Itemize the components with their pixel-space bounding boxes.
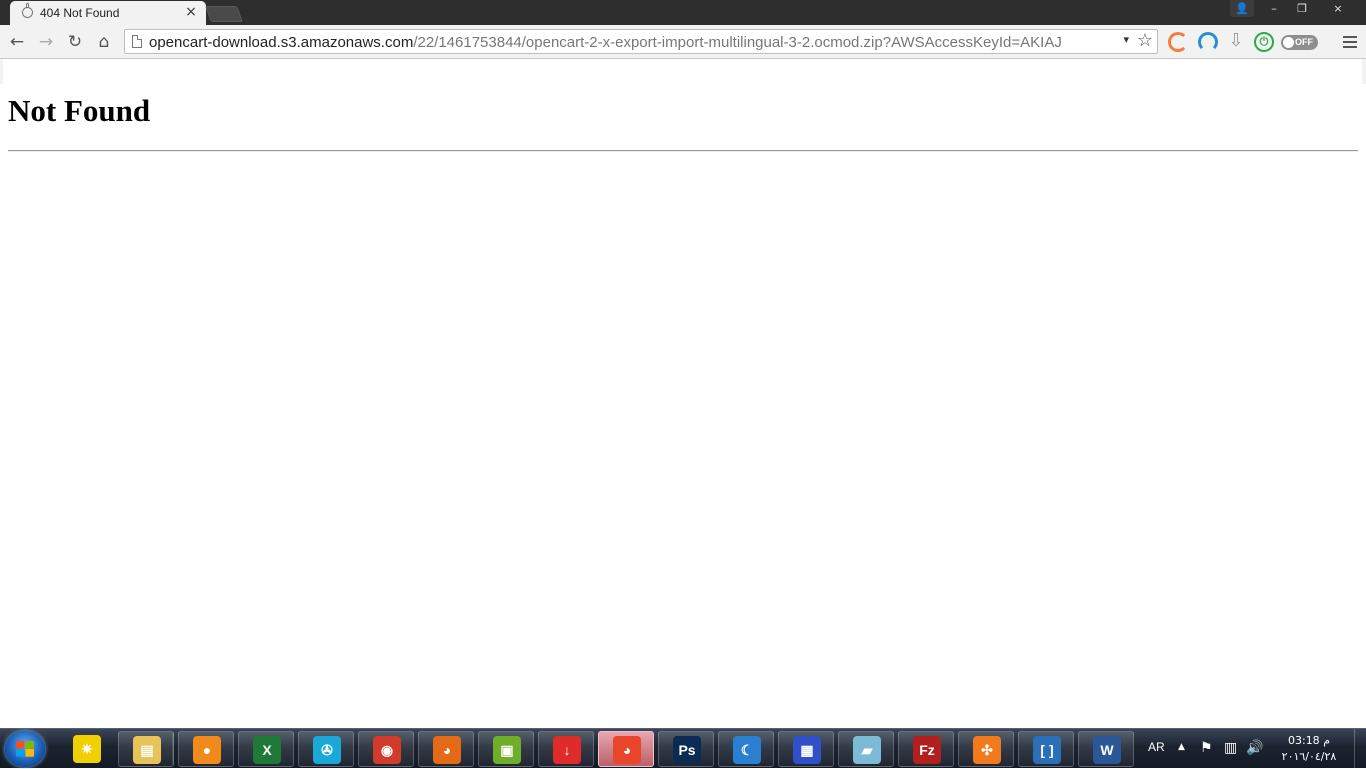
chrome-icon: ◉: [373, 736, 401, 764]
orange-app-icon: ●: [193, 736, 221, 764]
brackets-icon: [ ]: [1033, 736, 1061, 764]
xampp-icon: ✣: [973, 736, 1001, 764]
windows-explorer-icon: ▤: [133, 736, 161, 764]
filezilla-icon: Fz: [913, 736, 941, 764]
action-center-flag-icon[interactable]: ⚑: [1200, 740, 1213, 756]
taskbar-app-orange-app[interactable]: ●: [178, 731, 234, 767]
volume-icon[interactable]: 🔊: [1246, 740, 1263, 756]
chrome-menu-icon[interactable]: [1343, 36, 1357, 48]
taskbar-app-windows-explorer[interactable]: ▤: [118, 731, 174, 767]
download-manager-icon: ↓: [553, 736, 581, 764]
title-bar: 404 Not Found × 👤 – ❐ ×: [0, 0, 1366, 25]
taskbar-app-filezilla[interactable]: Fz: [898, 731, 954, 767]
taskbar-app-word[interactable]: W: [1078, 731, 1134, 767]
firefox-icon: ◕: [433, 736, 461, 764]
clock-date: ٢٠١٦/٠٤/٢٨: [1281, 750, 1337, 763]
url-text[interactable]: opencart-download.s3.amazonaws.com/22/14…: [149, 34, 1062, 51]
taskbar-app-download-manager[interactable]: ↓: [538, 731, 594, 767]
moon-app-icon: ☾: [733, 736, 761, 764]
page-favicon-icon: [22, 3, 33, 18]
minimize-button[interactable]: –: [1260, 0, 1288, 17]
tab-close-icon[interactable]: ×: [184, 4, 198, 20]
windows-taskbar: ✷ ▤ ● X ✇ ◉ ◕ ▣ ↓ ◕ Ps ☾ ▦ ▰ Fz ✣ [ ] W AR ▲ ⚑ ▥ 🔊 03:18 …: [0, 728, 1366, 769]
taskbar-app-media-player[interactable]: ✇: [298, 731, 354, 767]
page-info-icon[interactable]: [132, 35, 142, 48]
close-window-button[interactable]: ×: [1316, 0, 1360, 17]
media-player-icon: ✇: [313, 736, 341, 764]
show-desktop-button[interactable]: [1354, 729, 1366, 769]
new-tab-button[interactable]: [205, 6, 243, 22]
profile-icon[interactable]: 👤: [1230, 0, 1254, 17]
address-bar[interactable]: opencart-download.s3.amazonaws.com/22/14…: [124, 29, 1158, 54]
taskbar-app-excel[interactable]: X: [238, 731, 294, 767]
vmware-icon: ▣: [493, 736, 521, 764]
show-hidden-icons-icon[interactable]: ▲: [1178, 742, 1185, 752]
omnibox-dropdown-icon[interactable]: ▾: [1123, 33, 1129, 46]
forward-icon[interactable]: →: [36, 32, 56, 52]
word-icon: W: [1093, 736, 1121, 764]
taskbar-app-chrome[interactable]: ◉: [358, 731, 414, 767]
taskbar-app-moon-app[interactable]: ☾: [718, 731, 774, 767]
page-top-strip: [0, 59, 1366, 84]
bat-icon: ✷: [73, 735, 101, 763]
extension-power-icon[interactable]: ⏻: [1254, 32, 1274, 52]
taskbar-app-photoshop[interactable]: Ps: [658, 731, 714, 767]
photoshop-icon: Ps: [673, 736, 701, 764]
taskbar-app-vmware[interactable]: ▣: [478, 731, 534, 767]
home-icon[interactable]: ⌂: [94, 32, 114, 52]
extension-toggle-off[interactable]: OFF: [1281, 35, 1318, 50]
reload-icon[interactable]: ↻: [65, 32, 85, 52]
taskbar-app-notepad[interactable]: ▦: [778, 731, 834, 767]
taskbar-app-bat[interactable]: ✷: [59, 731, 115, 767]
url-host: opencart-download.s3.amazonaws.com: [149, 34, 414, 51]
extension-orange-icon[interactable]: [1168, 32, 1188, 52]
network-icon[interactable]: ▥: [1224, 740, 1237, 756]
browser-toolbar: ← → ↻ ⌂ opencart-download.s3.amazonaws.c…: [0, 25, 1366, 59]
horizontal-rule: [8, 150, 1358, 152]
taskbar-app-xampp[interactable]: ✣: [958, 731, 1014, 767]
browser-tab[interactable]: 404 Not Found ×: [10, 1, 206, 25]
firefox-dev-icon: ◕: [613, 736, 641, 764]
taskbar-app-firefox[interactable]: ◕: [418, 731, 474, 767]
language-indicator[interactable]: AR: [1148, 740, 1165, 754]
taskbar-separator: [172, 733, 174, 765]
start-button[interactable]: [5, 731, 45, 767]
back-icon[interactable]: ←: [7, 32, 27, 52]
taskbar-app-brackets[interactable]: [ ]: [1018, 731, 1074, 767]
page-heading: Not Found: [8, 93, 151, 128]
system-clock[interactable]: 03:18 م ٢٠١٦/٠٤/٢٨: [1272, 733, 1346, 765]
paper-app-icon: ▰: [853, 736, 881, 764]
taskbar-app-firefox-dev[interactable]: ◕: [598, 731, 654, 767]
bookmark-star-icon[interactable]: ☆: [1137, 31, 1153, 51]
restore-button[interactable]: ❐: [1288, 0, 1316, 17]
page-content: Not Found: [0, 59, 1366, 728]
extension-headphones-icon[interactable]: [1198, 32, 1218, 52]
extension-download-icon[interactable]: ⇩: [1226, 30, 1246, 51]
window-controls: 👤 – ❐ ×: [1230, 0, 1360, 18]
url-path: /22/1461753844/opencart-2-x-export-impor…: [413, 34, 1062, 51]
clock-time: 03:18 م: [1287, 734, 1330, 747]
notepad-icon: ▦: [793, 736, 821, 764]
excel-icon: X: [253, 736, 281, 764]
taskbar-app-paper-app[interactable]: ▰: [838, 731, 894, 767]
tab-title: 404 Not Found: [40, 6, 120, 20]
